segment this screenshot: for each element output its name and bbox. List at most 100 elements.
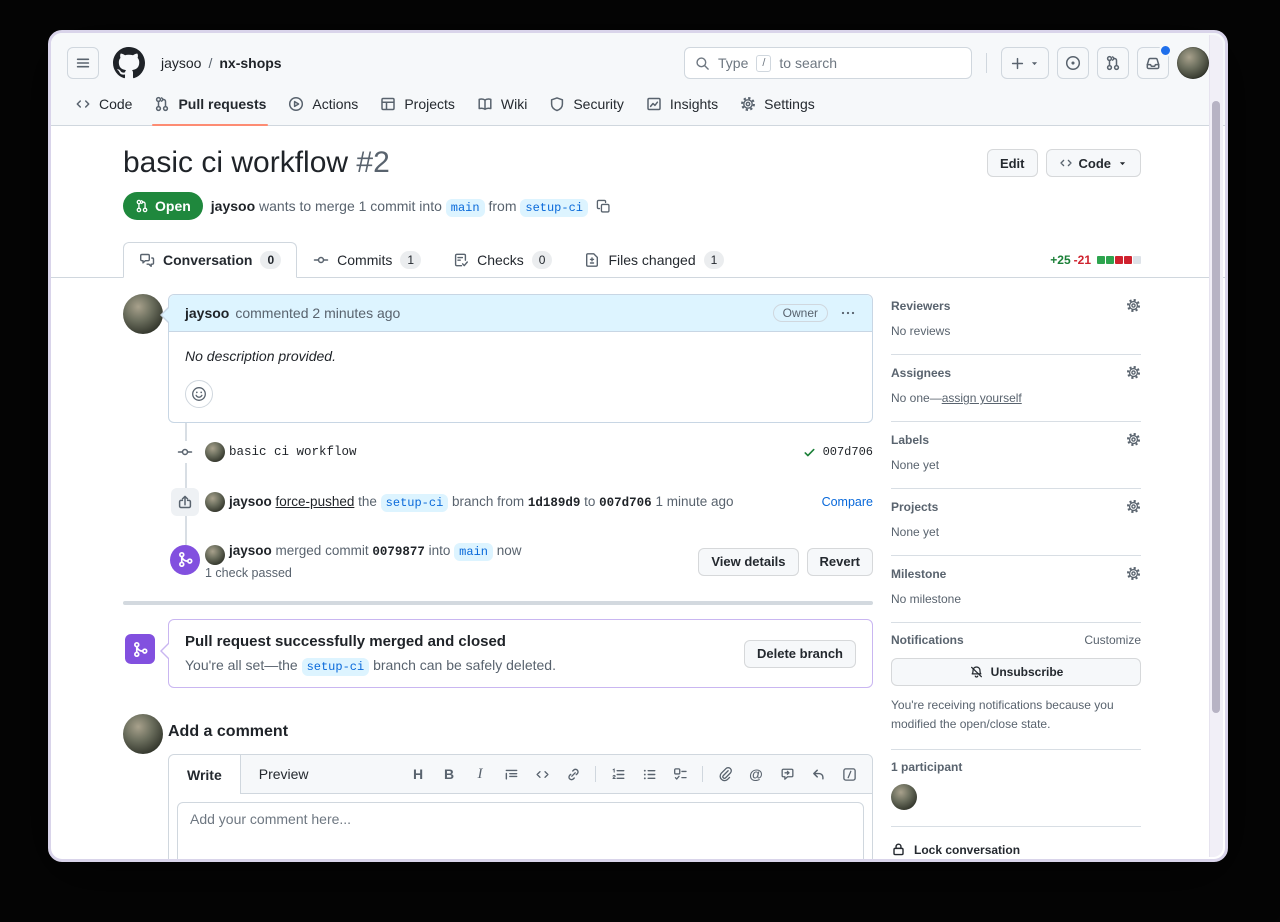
lock-conversation-button[interactable]: Lock conversation — [891, 827, 1141, 862]
pr-summary-text: wants to merge 1 commit into — [259, 198, 442, 214]
comment-author-avatar[interactable] — [123, 294, 163, 334]
pull-requests-button[interactable] — [1097, 47, 1129, 79]
repo-tab-projects[interactable]: Projects — [372, 87, 463, 125]
merged-event: jaysoo merged commit 0079877 into main n… — [123, 541, 873, 584]
comment-form: Write Preview H B I — [168, 754, 873, 862]
comment-author[interactable]: jaysoo — [185, 305, 229, 321]
new-sha[interactable]: 007d706 — [599, 496, 652, 510]
repo-tab-actions[interactable]: Actions — [280, 87, 366, 125]
merge-author[interactable]: jaysoo — [229, 543, 272, 558]
pr-summary-text-2: from — [488, 198, 516, 214]
check-icon[interactable] — [803, 446, 816, 459]
hamburger-menu-button[interactable] — [67, 47, 99, 79]
breadcrumb-repo[interactable]: nx-shops — [219, 55, 281, 71]
tab-files-changed[interactable]: Files changed 1 — [568, 242, 740, 278]
merge-timestamp[interactable]: now — [497, 543, 522, 558]
banner-branch-chip[interactable]: setup-ci — [302, 658, 370, 676]
merge-commit-sha[interactable]: 0079877 — [372, 545, 425, 559]
code-button[interactable] — [533, 765, 551, 783]
milestone-gear-icon[interactable] — [1126, 566, 1141, 581]
revert-button[interactable]: Revert — [807, 548, 873, 576]
task-list-button[interactable] — [671, 765, 689, 783]
comment-header: jaysoo commented 2 minutes ago Owner — [169, 295, 872, 332]
preview-tab[interactable]: Preview — [241, 755, 327, 793]
merge-branch-chip[interactable]: main — [454, 543, 493, 561]
breadcrumb-separator: / — [208, 55, 212, 71]
view-details-button[interactable]: View details — [698, 548, 798, 576]
breadcrumb-owner[interactable]: jaysoo — [161, 55, 201, 71]
labels-gear-icon[interactable] — [1126, 432, 1141, 447]
code-dropdown-button[interactable]: Code — [1046, 149, 1142, 177]
pr-tabs: Conversation 0 Commits 1 Checks 0 Files … — [51, 242, 1225, 278]
push-timestamp[interactable]: 1 minute ago — [655, 494, 733, 509]
pr-author[interactable]: jaysoo — [211, 198, 255, 214]
saved-replies-button[interactable] — [809, 765, 827, 783]
attach-file-button[interactable] — [716, 765, 734, 783]
tab-label: Files changed — [608, 252, 695, 268]
timeline-divider — [123, 601, 873, 605]
repo-tab-code[interactable]: Code — [67, 87, 140, 125]
tab-conversation[interactable]: Conversation 0 — [123, 242, 297, 278]
push-author-avatar[interactable] — [205, 492, 225, 512]
comment-textarea[interactable] — [177, 802, 864, 862]
customize-link[interactable]: Customize — [1084, 633, 1141, 647]
repo-tab-wiki[interactable]: Wiki — [469, 87, 535, 125]
force-pushed-link[interactable]: force-pushed — [276, 494, 355, 509]
base-branch-chip[interactable]: main — [446, 199, 485, 217]
numbered-list-button[interactable] — [609, 765, 627, 783]
heading-button[interactable]: H — [409, 765, 427, 783]
commit-message[interactable]: basic ci workflow — [229, 443, 803, 462]
issue-opened-icon — [1065, 55, 1081, 71]
push-branch-chip[interactable]: setup-ci — [381, 494, 449, 512]
copy-branch-icon[interactable] — [596, 199, 611, 214]
comment-menu-button[interactable] — [840, 305, 856, 321]
repo-tab-pull-requests[interactable]: Pull requests — [146, 87, 274, 125]
github-logo[interactable] — [113, 47, 145, 79]
assign-yourself-link[interactable]: assign yourself — [942, 391, 1022, 405]
participant-avatar[interactable] — [891, 784, 917, 810]
cross-reference-button[interactable] — [778, 765, 796, 783]
write-tab[interactable]: Write — [169, 755, 241, 794]
reviewers-gear-icon[interactable] — [1126, 298, 1141, 313]
delete-branch-button[interactable]: Delete branch — [744, 640, 856, 668]
assignees-gear-icon[interactable] — [1126, 365, 1141, 380]
mention-button[interactable]: @ — [747, 765, 765, 783]
edit-button[interactable]: Edit — [987, 149, 1038, 177]
comment-meta[interactable]: commented 2 minutes ago — [235, 305, 400, 321]
check-status-text[interactable]: 1 check passed — [205, 564, 698, 583]
issues-button[interactable] — [1057, 47, 1089, 79]
commit-sha[interactable]: 007d706 — [823, 445, 873, 459]
add-reaction-button[interactable] — [185, 380, 213, 408]
scrollbar-track[interactable] — [1209, 35, 1223, 857]
scrollbar-thumb[interactable] — [1212, 101, 1220, 713]
projects-gear-icon[interactable] — [1126, 499, 1141, 514]
unsubscribe-button[interactable]: Unsubscribe — [891, 658, 1141, 686]
repo-tab-label: Actions — [312, 96, 358, 112]
assignees-title: Assignees — [891, 366, 951, 380]
link-button[interactable] — [564, 765, 582, 783]
user-avatar[interactable] — [1177, 47, 1209, 79]
slash-commands-button[interactable] — [840, 765, 858, 783]
commit-author-avatar[interactable] — [205, 442, 225, 462]
lock-conversation-label: Lock conversation — [914, 843, 1020, 857]
toolbar-separator — [702, 766, 703, 782]
repo-tab-insights[interactable]: Insights — [638, 87, 726, 125]
quote-button[interactable] — [502, 765, 520, 783]
italic-button[interactable]: I — [471, 765, 489, 783]
push-author[interactable]: jaysoo — [229, 494, 272, 509]
compare-link[interactable]: Compare — [822, 495, 873, 509]
merge-author-avatar[interactable] — [205, 545, 225, 565]
repo-tab-settings[interactable]: Settings — [732, 87, 823, 125]
repo-tab-security[interactable]: Security — [541, 87, 632, 125]
tab-commits[interactable]: Commits 1 — [297, 242, 437, 278]
bulleted-list-button[interactable] — [640, 765, 658, 783]
inbox-button[interactable] — [1137, 47, 1169, 79]
participants-title: 1 participant — [891, 760, 962, 774]
comment-form-tabs: Write Preview H B I — [169, 755, 872, 794]
search-input[interactable]: Type / to search — [684, 47, 972, 79]
tab-checks[interactable]: Checks 0 — [437, 242, 568, 278]
create-new-button[interactable] — [1001, 47, 1049, 79]
old-sha[interactable]: 1d189d9 — [528, 496, 581, 510]
head-branch-chip[interactable]: setup-ci — [520, 199, 588, 217]
bold-button[interactable]: B — [440, 765, 458, 783]
